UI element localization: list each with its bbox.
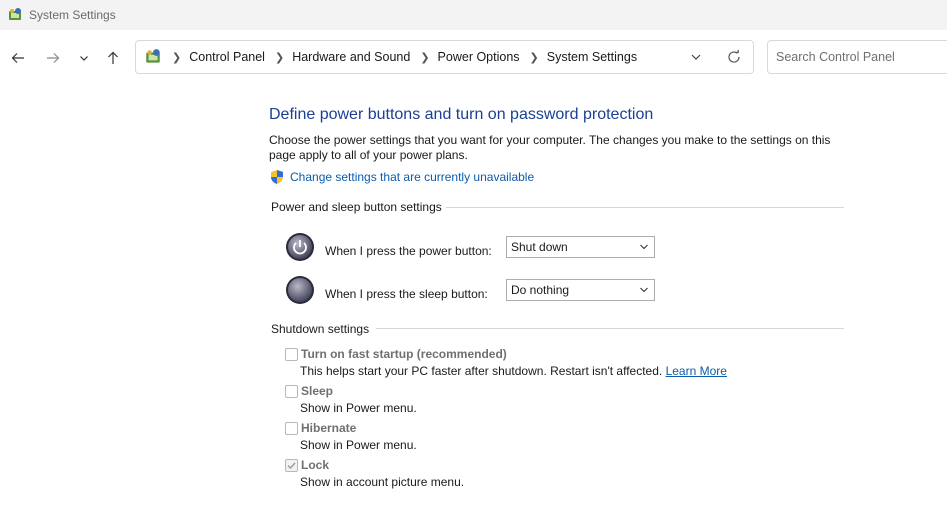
recent-locations-button[interactable] bbox=[72, 46, 96, 70]
shutdown-group-title: Shutdown settings bbox=[271, 322, 370, 336]
breadcrumb-hardware-and-sound[interactable]: Hardware and Sound bbox=[292, 50, 410, 64]
checkmark-icon bbox=[287, 462, 296, 470]
address-bar[interactable]: ❯ Control Panel ❯ Hardware and Sound ❯ P… bbox=[135, 40, 754, 74]
up-button[interactable] bbox=[101, 46, 125, 70]
group-divider bbox=[446, 207, 844, 208]
sleep-button-icon bbox=[286, 276, 314, 304]
breadcrumb-power-options[interactable]: Power Options bbox=[438, 50, 520, 64]
power-button-action-value: Shut down bbox=[511, 240, 568, 254]
chevron-down-icon bbox=[640, 287, 648, 293]
hibernate-description: Show in Power menu. bbox=[300, 438, 417, 452]
sleep-label: Sleep bbox=[301, 384, 334, 398]
learn-more-link[interactable]: Learn More bbox=[666, 364, 727, 378]
power-button-icon bbox=[286, 233, 314, 261]
power-sleep-group-title: Power and sleep button settings bbox=[271, 200, 442, 214]
sleep-button-label: When I press the sleep button: bbox=[325, 287, 488, 301]
hibernate-label: Hibernate bbox=[301, 421, 357, 435]
back-button[interactable] bbox=[6, 46, 30, 70]
recent-dropdown-icon bbox=[80, 56, 88, 61]
uac-link-row[interactable]: Change settings that are currently unava… bbox=[269, 169, 534, 185]
change-unavailable-settings-link[interactable]: Change settings that are currently unava… bbox=[290, 170, 534, 184]
chevron-right-icon[interactable]: ❯ bbox=[420, 51, 429, 64]
fast-startup-label: Turn on fast startup (recommended) bbox=[301, 347, 507, 361]
title-bar: System Settings bbox=[0, 0, 947, 30]
fast-startup-checkbox[interactable] bbox=[285, 348, 298, 361]
sleep-button-action-value: Do nothing bbox=[511, 283, 570, 297]
sleep-description: Show in Power menu. bbox=[300, 401, 417, 415]
refresh-icon[interactable] bbox=[726, 49, 742, 65]
window-title: System Settings bbox=[29, 8, 116, 22]
hibernate-checkbox[interactable] bbox=[285, 422, 298, 435]
sleep-button-action-select[interactable]: Do nothing bbox=[506, 279, 655, 301]
control-panel-icon bbox=[9, 8, 21, 20]
control-panel-icon bbox=[146, 49, 160, 63]
back-arrow-icon bbox=[11, 53, 24, 63]
chevron-right-icon[interactable]: ❯ bbox=[530, 51, 539, 64]
chevron-right-icon: ❯ bbox=[172, 51, 182, 64]
forward-button[interactable] bbox=[41, 46, 65, 70]
chevron-down-icon[interactable] bbox=[690, 51, 702, 63]
search-input[interactable] bbox=[767, 40, 947, 74]
chevron-down-icon bbox=[640, 244, 648, 250]
page-description: Choose the power settings that you want … bbox=[269, 133, 831, 162]
breadcrumb-control-panel[interactable]: Control Panel bbox=[189, 50, 265, 64]
sleep-checkbox[interactable] bbox=[285, 385, 298, 398]
forward-arrow-icon bbox=[47, 53, 60, 63]
lock-description: Show in account picture menu. bbox=[300, 475, 465, 489]
chevron-right-icon[interactable]: ❯ bbox=[275, 51, 284, 64]
fast-startup-description: This helps start your PC faster after sh… bbox=[300, 364, 727, 378]
group-divider bbox=[376, 328, 844, 329]
navigation-bar: ❯ Control Panel ❯ Hardware and Sound ❯ P… bbox=[0, 30, 947, 86]
power-button-label: When I press the power button: bbox=[325, 244, 492, 258]
fast-startup-desc-text: This helps start your PC faster after sh… bbox=[300, 364, 663, 378]
breadcrumb-system-settings[interactable]: System Settings bbox=[547, 50, 637, 64]
up-arrow-icon bbox=[108, 51, 118, 64]
power-button-action-select[interactable]: Shut down bbox=[506, 236, 655, 258]
uac-shield-icon bbox=[271, 170, 283, 184]
lock-label: Lock bbox=[301, 458, 330, 472]
lock-checkbox[interactable] bbox=[285, 459, 298, 472]
page-title: Define power buttons and turn on passwor… bbox=[269, 106, 654, 123]
